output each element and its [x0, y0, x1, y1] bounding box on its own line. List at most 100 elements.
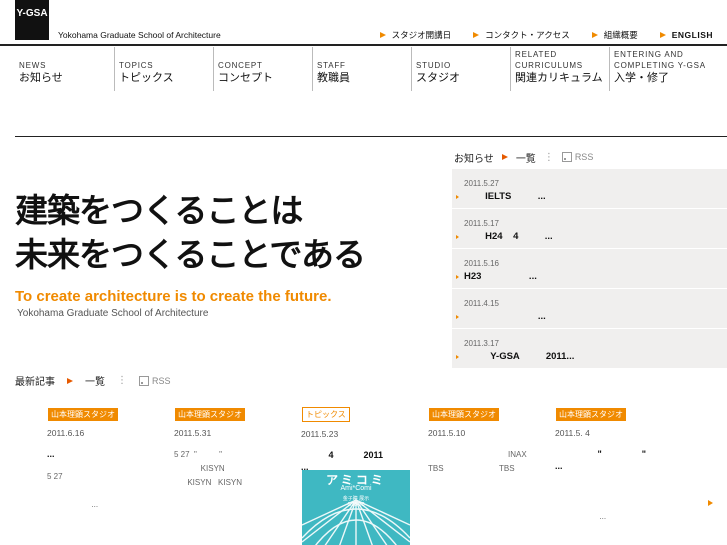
article-title[interactable]: ...: [47, 448, 167, 460]
separator-dots: ⋮: [117, 375, 127, 386]
news-item[interactable]: 2011.4.15 ...: [452, 289, 727, 328]
nav-label-ja: スタジオ: [416, 71, 460, 84]
nav-label-en: RELATED: [515, 50, 557, 59]
nav-label-en: COMPLETING Y-GSA: [614, 61, 706, 70]
news-item[interactable]: 2011.3.17 Y-GSA 2011...: [452, 329, 727, 368]
utility-link-label: ENGLISH: [671, 30, 713, 40]
news-panel: お知らせ 一覧 ⋮ RSS 2011.5.27 IELTS ... 2011.5…: [452, 145, 727, 368]
article-date: 2011.6.16: [47, 428, 85, 438]
news-title: H23 ...: [464, 271, 537, 282]
news-date: 2011.5.17: [464, 219, 499, 228]
article-excerpt: 5 27 " " KISYN KISYN KISYN: [174, 450, 243, 487]
contact-access-link[interactable]: コンタクト・アクセス: [473, 29, 570, 41]
utility-link-label: コンタクト・アクセス: [485, 31, 570, 41]
news-date: 2011.5.16: [464, 259, 499, 268]
nav-label-en: CONCEPT: [218, 61, 263, 70]
news-header: お知らせ 一覧 ⋮ RSS: [452, 145, 727, 169]
triangle-arrow-icon: [473, 32, 480, 38]
hero-headline-line1: 建築をつくることは: [15, 191, 303, 230]
latest-heading: 最新記事: [15, 377, 55, 388]
nav-label-en: NEWS: [19, 61, 47, 70]
nav-item-staff[interactable]: STAFF 教職員: [312, 47, 411, 91]
news-date: 2011.3.17: [464, 339, 499, 348]
triangle-arrow-icon: [659, 32, 666, 38]
news-title: ...: [464, 311, 546, 322]
rss-label: RSS: [574, 152, 594, 162]
nav-label-ja: お知らせ: [19, 71, 63, 84]
site-title: Yokohama Graduate School of Architecture: [58, 30, 221, 40]
news-title: Y-GSA 2011...: [464, 351, 575, 362]
nav-item-entering-completing[interactable]: ENTERING AND COMPLETING Y-GSA 入学・修了: [609, 47, 708, 91]
category-tag[interactable]: 山本理顕スタジオ: [48, 408, 118, 421]
triangle-arrow-icon: [501, 154, 508, 160]
nav-label-ja: コンセプト: [218, 71, 273, 84]
nav-item-related-curriculums[interactable]: RELATED CURRICULUMS 関連カリキュラム: [510, 47, 609, 91]
category-tag[interactable]: 山本理顕スタジオ: [556, 408, 626, 421]
nav-label-en: STAFF: [317, 61, 346, 70]
organization-link[interactable]: 組織概要: [591, 29, 638, 41]
category-tag[interactable]: トピックス: [302, 407, 350, 422]
category-tag[interactable]: 山本理顕スタジオ: [429, 408, 499, 421]
category-tag[interactable]: 山本理顕スタジオ: [175, 408, 245, 421]
latest-rss-link[interactable]: RSS: [139, 375, 171, 386]
latest-header: 最新記事 一覧 ⋮ RSS: [15, 373, 171, 388]
article-title[interactable]: " " ...: [555, 448, 675, 472]
triangle-arrow-icon: [67, 377, 73, 384]
nav-label-en: ENTERING AND: [614, 50, 684, 59]
nav-label-en: STUDIO: [416, 61, 452, 70]
ygsa-logo[interactable]: Y-GSA: [15, 0, 49, 40]
nav-divider: [0, 44, 727, 46]
nav-label-ja: 入学・修了: [614, 71, 669, 84]
nav-item-topics[interactable]: TOPICS トピックス: [114, 47, 213, 91]
news-item[interactable]: 2011.5.17 H24 4 ...: [452, 209, 727, 248]
hero-headline: 建築をつくることは 未来をつくることである: [15, 189, 366, 277]
article-card[interactable]: 山本理顕スタジオ 2011.6.16 ... 5 27 ...: [40, 402, 167, 545]
nav-item-news[interactable]: NEWS お知らせ: [15, 47, 114, 91]
article-excerpt: 5 27 ...: [47, 472, 99, 509]
hero-headline-line2: 未来をつくることである: [15, 235, 366, 274]
news-list-link[interactable]: 一覧: [516, 150, 536, 165]
nav-item-studio[interactable]: STUDIO スタジオ: [411, 47, 510, 91]
article-date: 2011.5.23: [301, 429, 339, 439]
article-excerpt: ...: [599, 512, 607, 521]
separator-dots: ⋮: [543, 151, 554, 163]
next-arrow-icon[interactable]: [708, 500, 713, 506]
nav-label-ja: トピックス: [119, 71, 174, 84]
arrow-icon: [456, 235, 459, 239]
arrow-icon: [456, 195, 459, 199]
hero-school-name: Yokohama Graduate School of Architecture: [17, 308, 209, 319]
hero-banner: 建築をつくることは 未来をつくることである To create architec…: [15, 145, 452, 367]
article-date: 2011.5. 4: [555, 428, 590, 438]
hero-english-tagline: To create architecture is to create the …: [15, 288, 332, 305]
articles-row: 山本理顕スタジオ 2011.6.16 ... 5 27 ... 山本理顕スタジオ…: [40, 402, 675, 545]
nav-label-en: TOPICS: [119, 61, 154, 70]
utility-link-label: 組織概要: [603, 31, 638, 41]
article-date: 2011.5.10: [428, 428, 466, 438]
article-excerpt: INAX TBS TBS: [428, 450, 527, 473]
latest-list-link[interactable]: 一覧: [85, 373, 105, 388]
article-card[interactable]: 山本理顕スタジオ 2011.5.31 5 27 " " KISYN KISYN …: [167, 402, 294, 545]
arrow-icon: [456, 315, 459, 319]
news-heading: お知らせ: [454, 153, 494, 165]
content-divider: [15, 136, 727, 137]
article-card[interactable]: 山本理顕スタジオ 2011.5.10 INAX TBS TBS: [421, 402, 548, 545]
news-rss-link[interactable]: RSS: [561, 152, 594, 162]
studio-schedule-link[interactable]: スタジオ開講日: [379, 29, 452, 41]
rss-label: RSS: [152, 375, 171, 386]
english-link[interactable]: ENGLISH: [659, 29, 713, 41]
article-card[interactable]: 山本理顕スタジオ 2011.5. 4 " " ... ...: [548, 402, 675, 545]
utility-link-label: スタジオ開講日: [391, 31, 452, 41]
rss-icon: [139, 375, 149, 386]
triangle-arrow-icon: [379, 32, 386, 38]
arrow-icon: [456, 355, 459, 359]
news-item[interactable]: 2011.5.27 IELTS ...: [452, 169, 727, 208]
nav-label-en: CURRICULUMS: [515, 61, 583, 70]
article-thumbnail[interactable]: アミコミ Ami*Comi 金子瞳 展示 6/25-28: [302, 470, 410, 545]
nav-label-ja: 教職員: [317, 71, 350, 84]
main-nav: NEWS お知らせ TOPICS トピックス CONCEPT コンセプト STA…: [15, 47, 727, 91]
arrow-icon: [456, 275, 459, 279]
nav-label-ja: 関連カリキュラム: [515, 71, 603, 84]
news-item[interactable]: 2011.5.16 H23 ...: [452, 249, 727, 288]
nav-item-concept[interactable]: CONCEPT コンセプト: [213, 47, 312, 91]
news-title: IELTS ...: [464, 191, 546, 202]
